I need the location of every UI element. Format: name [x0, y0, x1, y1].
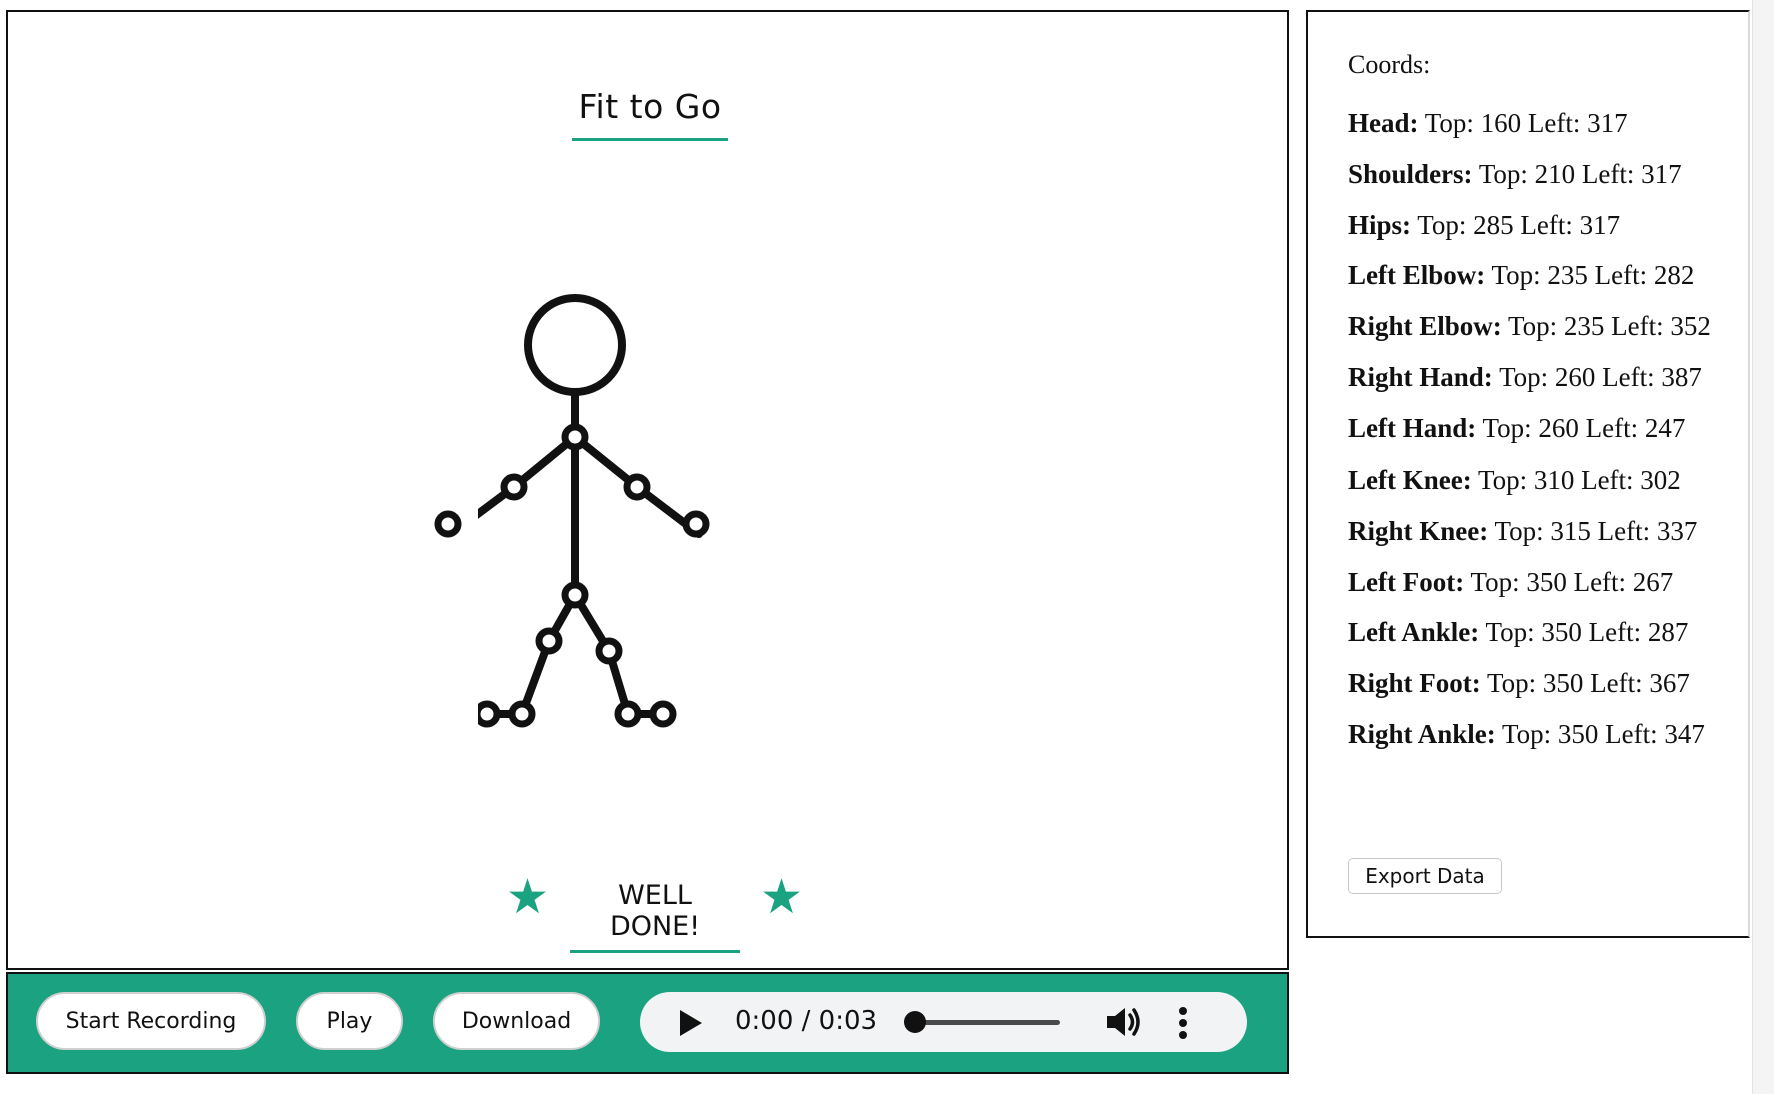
- right-foot-joint[interactable]: [649, 700, 677, 728]
- coord-row-head: Head: Top: 160 Left: 317: [1348, 108, 1628, 139]
- coord-value: Top: 315 Left: 337: [1494, 516, 1698, 546]
- coord-name: Left Foot:: [1348, 567, 1465, 597]
- coord-name: Left Knee:: [1348, 465, 1472, 495]
- coord-name: Left Hand:: [1348, 413, 1477, 443]
- left-ankle-joint[interactable]: [508, 700, 536, 728]
- play-button[interactable]: Play: [296, 992, 403, 1050]
- coord-name: Right Ankle:: [1348, 719, 1496, 749]
- coord-value: Top: 235 Left: 352: [1508, 311, 1711, 341]
- coord-value: Top: 310 Left: 302: [1477, 465, 1681, 495]
- coord-row-right-foot: Right Foot: Top: 350 Left: 367: [1348, 668, 1690, 699]
- left-knee-joint[interactable]: [535, 627, 563, 655]
- app-title: Fit to Go: [572, 87, 728, 141]
- left-elbow-joint[interactable]: [500, 473, 528, 501]
- right-elbow-joint[interactable]: [623, 473, 651, 501]
- coord-value: Top: 235 Left: 282: [1491, 260, 1695, 290]
- coord-row-right-elbow: Right Elbow: Top: 235 Left: 352: [1348, 311, 1711, 342]
- coord-name: Hips:: [1348, 210, 1412, 240]
- download-button[interactable]: Download: [433, 992, 600, 1050]
- right-ankle-joint[interactable]: [614, 700, 642, 728]
- coord-name: Right Hand:: [1348, 362, 1493, 392]
- coord-value: Top: 260 Left: 387: [1499, 362, 1702, 392]
- hips-joint[interactable]: [561, 581, 589, 609]
- coord-value: Top: 260 Left: 247: [1482, 413, 1686, 443]
- coord-value: Top: 285 Left: 317: [1417, 210, 1621, 240]
- controls-bar: Start Recording Play Download 0:00 / 0:0…: [6, 972, 1289, 1074]
- audio-time: 0:00 / 0:03: [735, 1006, 878, 1036]
- coord-row-right-ankle: Right Ankle: Top: 350 Left: 347: [1348, 719, 1705, 750]
- coords-label: Coords:: [1348, 50, 1431, 79]
- coord-row-hips: Hips: Top: 285 Left: 317: [1348, 210, 1620, 241]
- coord-name: Left Ankle:: [1348, 617, 1480, 647]
- right-hand-joint[interactable]: [682, 510, 710, 538]
- right-knee-joint[interactable]: [595, 637, 623, 665]
- start-recording-button[interactable]: Start Recording: [36, 992, 266, 1050]
- more-vertical-icon[interactable]: [1177, 1006, 1189, 1040]
- hands-layer: [434, 510, 710, 538]
- coord-value: Top: 160 Left: 317: [1424, 108, 1628, 138]
- coord-row-left-hand: Left Hand: Top: 260 Left: 247: [1348, 413, 1685, 444]
- export-data-button[interactable]: Export Data: [1348, 858, 1502, 894]
- coord-name: Right Elbow:: [1348, 311, 1502, 341]
- audio-seek-track[interactable]: [910, 1020, 1060, 1025]
- left-hand-joint[interactable]: [434, 510, 462, 538]
- coord-name: Right Knee:: [1348, 516, 1489, 546]
- audio-seek-thumb[interactable]: [904, 1011, 926, 1033]
- left-foot-joint[interactable]: [478, 700, 501, 728]
- well-done-text: WELL DONE!: [570, 880, 740, 953]
- coords-panel: Coords: Head: Top: 160 Left: 317 Shoulde…: [1306, 10, 1750, 938]
- coord-row-left-elbow: Left Elbow: Top: 235 Left: 282: [1348, 260, 1694, 291]
- coord-row-shoulders: Shoulders: Top: 210 Left: 317: [1348, 159, 1682, 190]
- window-scrollbar[interactable]: [1752, 0, 1774, 1094]
- star-icon: ★: [760, 871, 804, 924]
- coord-value: Top: 210 Left: 317: [1478, 159, 1682, 189]
- coord-row-left-ankle: Left Ankle: Top: 350 Left: 287: [1348, 617, 1688, 648]
- coord-value: Top: 350 Left: 367: [1487, 668, 1690, 698]
- star-icon: ★: [506, 871, 550, 924]
- audio-player: 0:00 / 0:03: [640, 992, 1247, 1052]
- head-joint: [524, 294, 626, 396]
- well-done-banner: ★ WELL DONE! ★: [498, 871, 818, 953]
- coord-name: Left Elbow:: [1348, 260, 1486, 290]
- coord-row-left-foot: Left Foot: Top: 350 Left: 267: [1348, 567, 1673, 598]
- shoulders-joint[interactable]: [561, 423, 589, 451]
- coord-row-right-knee: Right Knee: Top: 315 Left: 337: [1348, 516, 1697, 547]
- coord-value: Top: 350 Left: 347: [1502, 719, 1705, 749]
- coord-name: Head:: [1348, 108, 1419, 138]
- coord-name: Shoulders:: [1348, 159, 1473, 189]
- coord-row-left-knee: Left Knee: Top: 310 Left: 302: [1348, 465, 1681, 496]
- coord-value: Top: 350 Left: 267: [1470, 567, 1674, 597]
- stick-figure-stage: Fit to Go ★ WELL DONE! ★: [6, 10, 1289, 970]
- volume-icon[interactable]: [1104, 1005, 1146, 1039]
- stick-figure: [478, 294, 703, 728]
- coord-value: Top: 350 Left: 287: [1485, 617, 1689, 647]
- coord-name: Right Foot:: [1348, 668, 1481, 698]
- coord-row-right-hand: Right Hand: Top: 260 Left: 387: [1348, 362, 1702, 393]
- play-icon[interactable]: [680, 1010, 702, 1036]
